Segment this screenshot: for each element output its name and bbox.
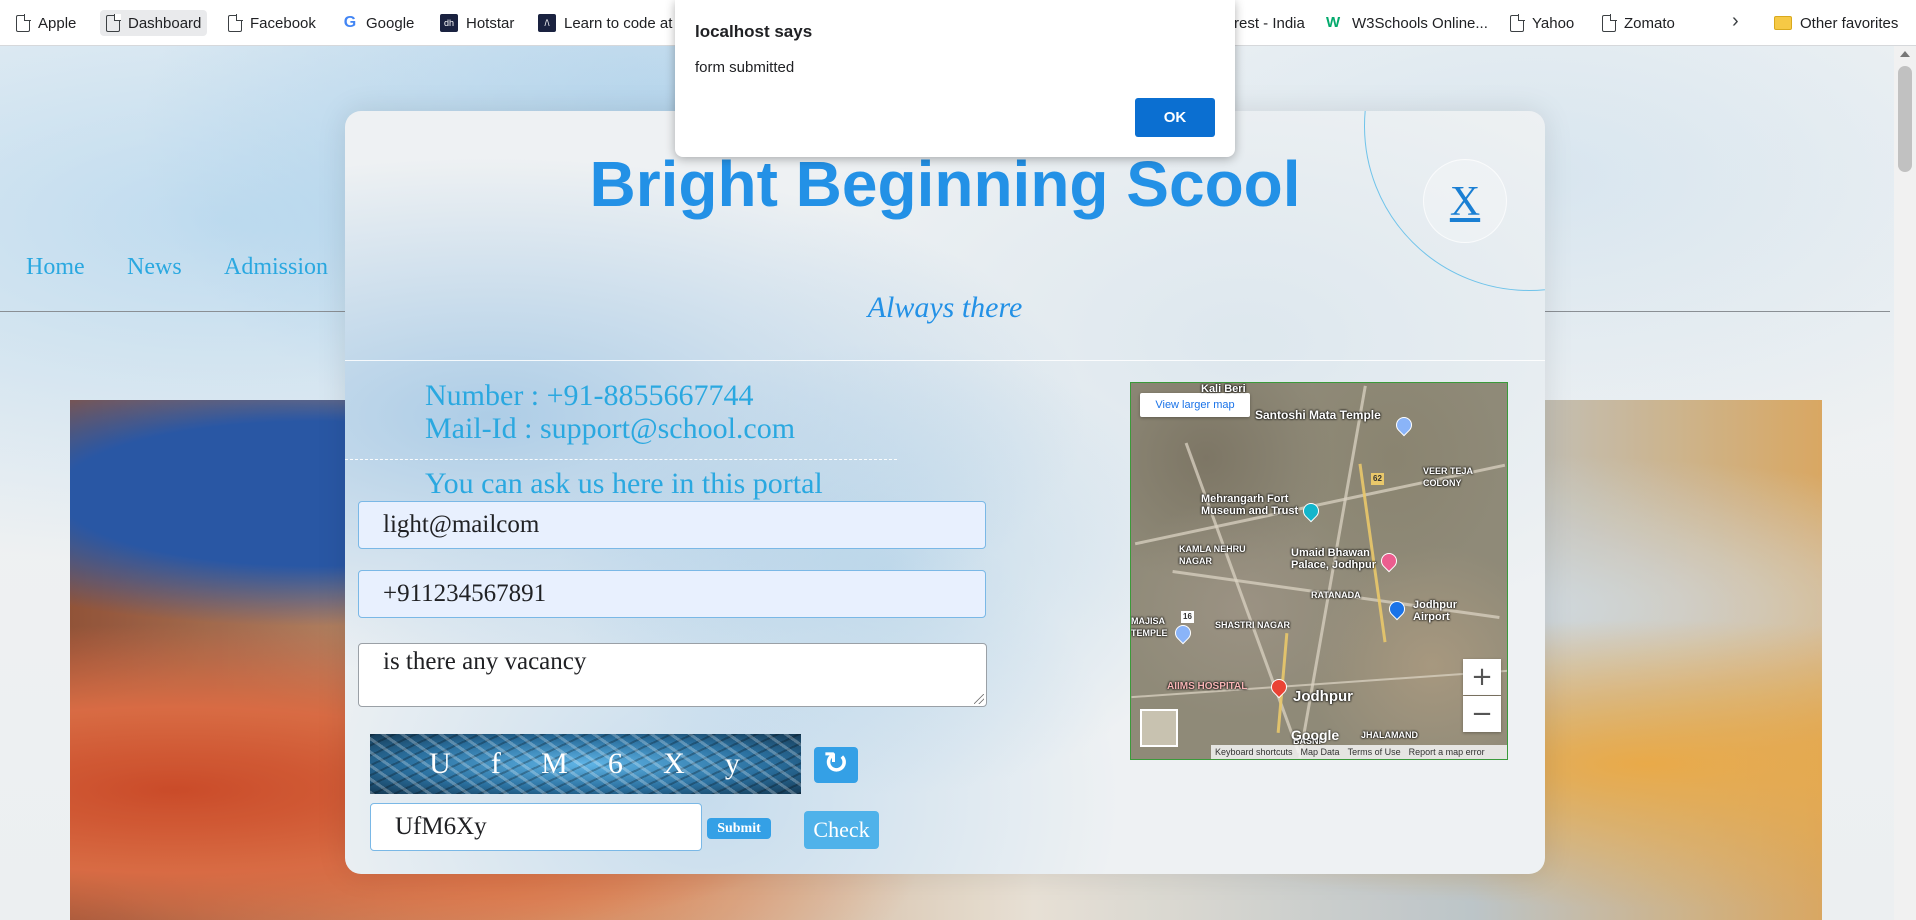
captcha-char: M <box>541 747 570 780</box>
terms-link[interactable]: Terms of Use <box>1348 747 1401 757</box>
bookmark-learn-to-code[interactable]: /\ Learn to code at <box>532 10 678 36</box>
captcha-image: U f M 6 X y <box>370 734 801 794</box>
google-icon: G <box>343 14 357 31</box>
submit-button[interactable]: Submit <box>707 818 771 839</box>
captcha-input[interactable]: UfM6Xy <box>370 803 702 851</box>
scroll-up-icon[interactable] <box>1900 51 1910 57</box>
school-title: Bright Beginning Scool <box>589 148 1301 220</box>
bookmark-apple[interactable]: Apple <box>10 10 82 36</box>
map-label: VEER TEJA COLONY <box>1423 466 1473 488</box>
zoom-out-button[interactable]: − <box>1463 696 1501 732</box>
nav-admission[interactable]: Admission <box>224 254 328 281</box>
code-icon: /\ <box>538 14 556 32</box>
refresh-captcha-button[interactable]: ↻ <box>814 747 858 783</box>
scrollbar-thumb[interactable] <box>1898 66 1912 172</box>
contact-mail: Mail-Id : support@school.com <box>425 412 796 445</box>
map-label: Jodhpur <box>1293 688 1353 705</box>
phone-field[interactable]: +911234567891 <box>358 570 986 618</box>
map-label: 16 <box>1181 611 1194 623</box>
map-label: MAJISA TEMPLE <box>1131 616 1168 638</box>
alert-title: localhost says <box>695 22 813 41</box>
page-scrollbar[interactable] <box>1894 46 1916 920</box>
map-type-thumbnail[interactable] <box>1140 709 1178 747</box>
contact-info: Number : +91-8855667744 Mail-Id : suppor… <box>425 379 795 445</box>
temple-pin-icon[interactable] <box>1392 413 1416 437</box>
tagline: Always there <box>867 291 1023 324</box>
bookmark-zomato[interactable]: Zomato <box>1596 10 1681 36</box>
map-data-link[interactable]: Map Data <box>1301 747 1340 757</box>
captcha-char: X <box>663 747 687 780</box>
document-icon <box>16 13 31 32</box>
map-label: RATANADA <box>1311 590 1361 600</box>
nav-home[interactable]: Home <box>26 254 85 281</box>
folder-icon <box>1774 16 1792 30</box>
map-label: KAMLA NEHRU NAGAR <box>1179 544 1246 566</box>
bookmark-hotstar[interactable]: dh Hotstar <box>434 10 520 36</box>
map-label: SHASTRI NAGAR <box>1215 620 1291 630</box>
bookmark-yahoo[interactable]: Yahoo <box>1504 10 1580 36</box>
refresh-icon: ↻ <box>823 746 849 781</box>
map-label: Jodhpur Airport <box>1413 599 1457 623</box>
resize-handle[interactable] <box>974 694 984 704</box>
hotstar-icon: dh <box>440 14 458 32</box>
chevron-right-icon[interactable]: › <box>1732 10 1739 33</box>
captcha-char: f <box>490 747 503 780</box>
captcha-char: U <box>429 747 453 780</box>
portal-text: You can ask us here in this portal <box>425 467 823 500</box>
question-text: is there any vacancy <box>383 648 587 675</box>
divider <box>345 360 1545 361</box>
captcha-char: y <box>724 747 742 780</box>
keyboard-shortcuts-link[interactable]: Keyboard shortcuts <box>1215 747 1293 757</box>
bookmark-facebook[interactable]: Facebook <box>222 10 322 36</box>
zoom-in-button[interactable]: + <box>1463 659 1501 695</box>
bookmark-pinterest[interactable]: rest - India <box>1228 10 1311 36</box>
contact-number: Number : +91-8855667744 <box>425 379 754 412</box>
map-label: Kali Beri <box>1201 383 1246 395</box>
map-label: AIIMS HOSPITAL <box>1167 681 1248 692</box>
dashed-divider <box>345 459 897 460</box>
embedded-map[interactable]: View larger map Kali Beri Santoshi Mata … <box>1130 382 1508 760</box>
check-button[interactable]: Check <box>804 811 879 849</box>
map-footer: Keyboard shortcuts Map Data Terms of Use… <box>1211 745 1507 759</box>
bookmark-google[interactable]: G Google <box>336 10 420 36</box>
document-icon <box>1510 13 1525 32</box>
document-icon <box>106 13 121 32</box>
document-icon <box>1602 13 1617 32</box>
bookmark-w3schools[interactable]: W W3Schools Online... <box>1320 10 1494 36</box>
document-icon <box>228 13 243 32</box>
email-field[interactable]: light@mailcom <box>358 501 986 549</box>
map-label: 62 <box>1371 473 1384 485</box>
google-logo: Google <box>1291 727 1340 743</box>
view-larger-map-link[interactable]: View larger map <box>1140 393 1250 417</box>
map-label: JHALAMAND <box>1361 730 1418 740</box>
nav-news[interactable]: News <box>127 254 182 281</box>
alert-message: form submitted <box>695 59 795 76</box>
alert-dialog: localhost says form submitted OK <box>675 0 1235 157</box>
bookmark-other-favorites[interactable]: Other favorites <box>1768 10 1904 36</box>
close-button[interactable]: X <box>1423 159 1507 243</box>
ok-button[interactable]: OK <box>1135 98 1215 137</box>
map-label: Santoshi Mata Temple <box>1255 408 1381 422</box>
contact-modal: Bright Beginning Scool X Always there Nu… <box>345 111 1545 874</box>
w3schools-icon: W <box>1326 14 1341 31</box>
bookmark-dashboard[interactable]: Dashboard <box>100 10 208 36</box>
captcha-char: 6 <box>607 747 625 780</box>
question-textarea[interactable]: is there any vacancy <box>358 643 987 707</box>
report-error-link[interactable]: Report a map error <box>1409 747 1485 757</box>
